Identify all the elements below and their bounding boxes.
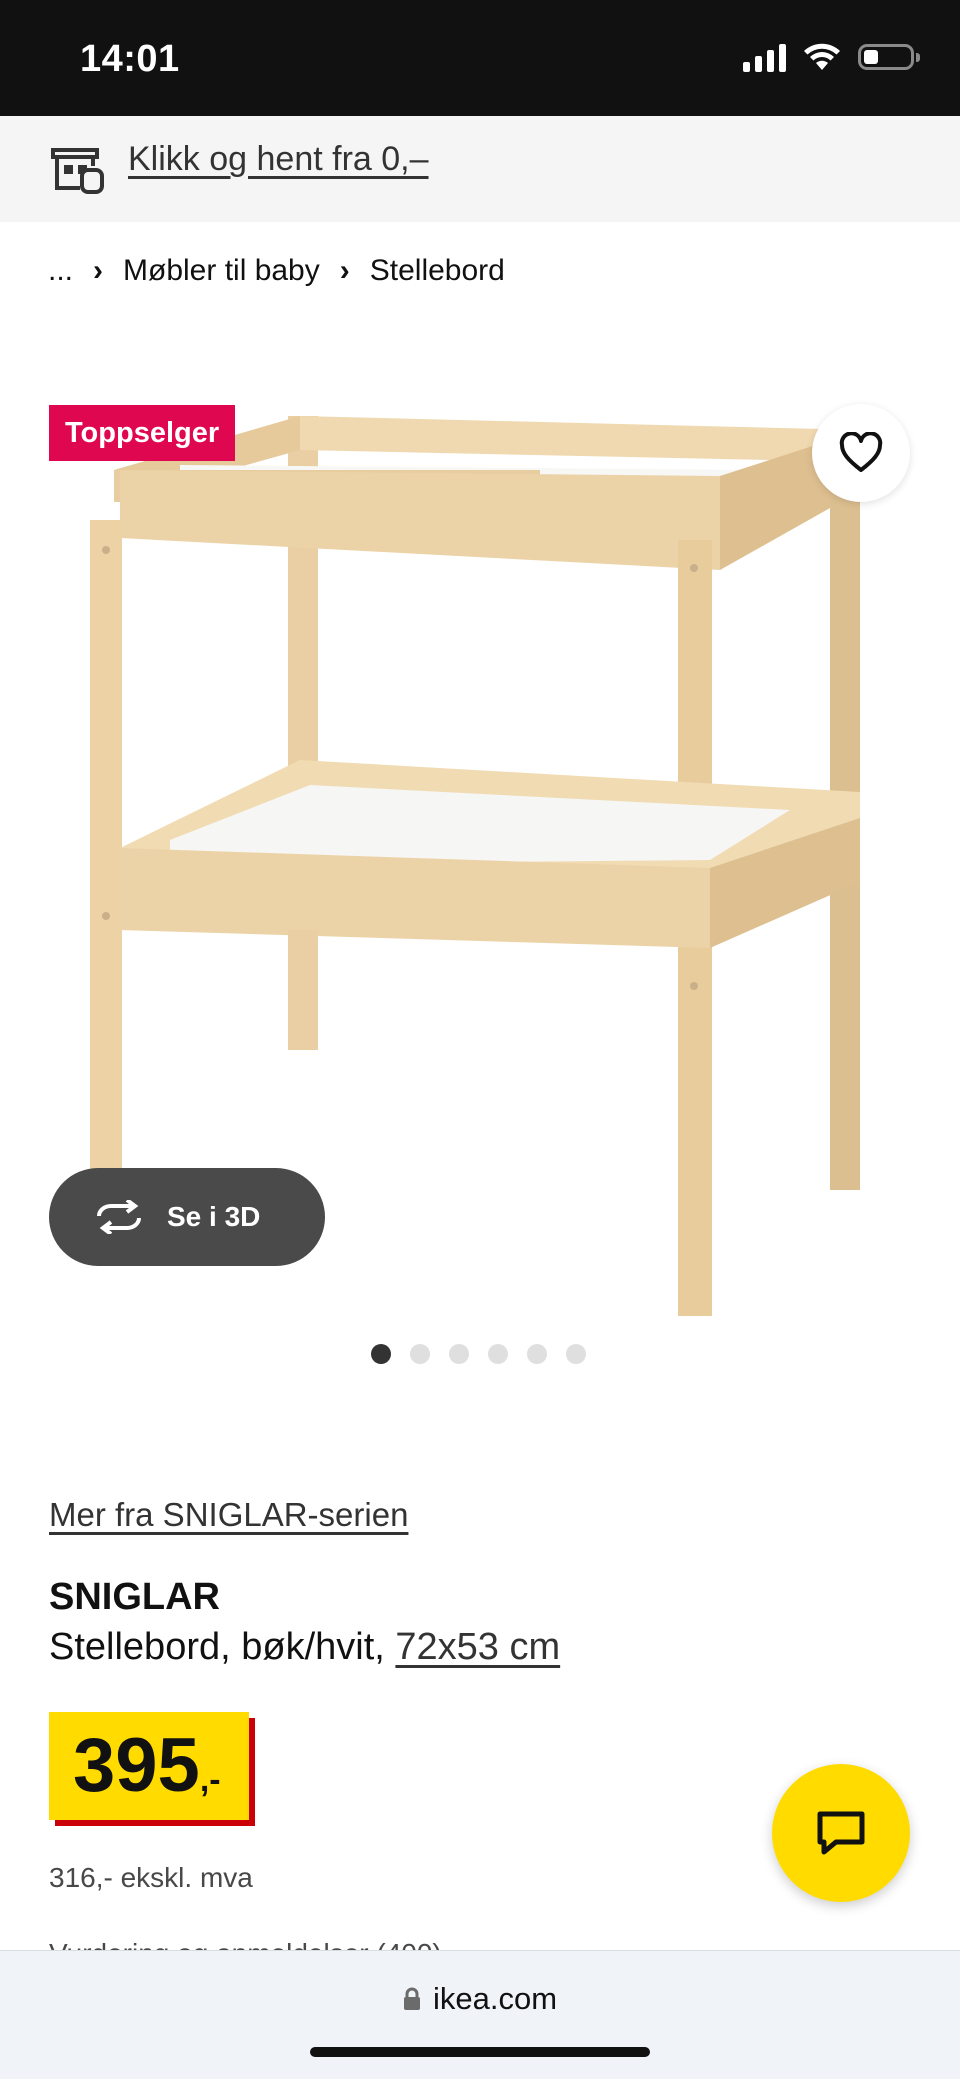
carousel-dot[interactable] (410, 1344, 430, 1364)
store-icon (51, 148, 104, 194)
price-tag: 395 ,- (49, 1712, 249, 1820)
click-and-collect-bar[interactable]: Klikk og hent fra 0,– (0, 116, 960, 222)
top-seller-badge: Toppselger (49, 405, 236, 461)
chat-bubble-icon (817, 1811, 865, 1855)
battery-icon (858, 44, 920, 70)
heart-icon (839, 432, 883, 472)
lock-icon (403, 1987, 420, 2010)
product-type: Stellebord, bøk/hvit, (49, 1626, 385, 1668)
wifi-icon (804, 43, 840, 70)
breadcrumb-item-baby-furniture[interactable]: Møbler til baby (123, 254, 320, 288)
cellular-signal-icon (743, 42, 786, 72)
product-name: SNIGLAR (49, 1576, 220, 1618)
rotate-3d-icon (97, 1200, 141, 1234)
browser-address-bar[interactable]: ikea.com (0, 1950, 960, 2079)
price-value: 395 (73, 1723, 200, 1808)
url-text: ikea.com (432, 1981, 558, 2016)
price-excluding-vat: 316,- ekskl. mva (49, 1862, 253, 1893)
add-to-favourites-button[interactable] (812, 404, 910, 502)
click-and-collect-link[interactable]: Klikk og hent fra 0,– (128, 140, 429, 179)
carousel-dot[interactable] (449, 1344, 469, 1364)
status-icons (743, 42, 920, 72)
breadcrumb-ellipsis[interactable]: ... (48, 254, 73, 288)
carousel-dot[interactable] (527, 1344, 547, 1364)
view-in-3d-label: Se i 3D (167, 1201, 261, 1232)
status-bar: 14:01 (0, 0, 960, 116)
chevron-right-icon: › (93, 254, 104, 287)
chevron-right-icon: › (339, 254, 350, 287)
series-link[interactable]: Mer fra SNIGLAR-serien (49, 1496, 408, 1534)
status-time: 14:01 (80, 38, 180, 80)
carousel-dot[interactable] (371, 1344, 391, 1364)
image-carousel-dots (371, 1344, 586, 1364)
breadcrumb-item-changing-table[interactable]: Stellebord (370, 254, 505, 288)
product-description: Stellebord, bøk/hvit, 72x53 cm (49, 1626, 560, 1669)
view-in-3d-button[interactable]: Se i 3D (49, 1168, 325, 1266)
home-indicator[interactable] (310, 2047, 650, 2057)
url-display[interactable]: ikea.com (0, 1981, 960, 2017)
carousel-dot[interactable] (488, 1344, 508, 1364)
price-suffix: ,- (199, 1761, 221, 1799)
carousel-dot[interactable] (566, 1344, 586, 1364)
breadcrumb: ... › Møbler til baby › Stellebord (48, 254, 505, 288)
chat-button[interactable] (772, 1764, 910, 1902)
product-dimensions-link[interactable]: 72x53 cm (395, 1626, 560, 1668)
